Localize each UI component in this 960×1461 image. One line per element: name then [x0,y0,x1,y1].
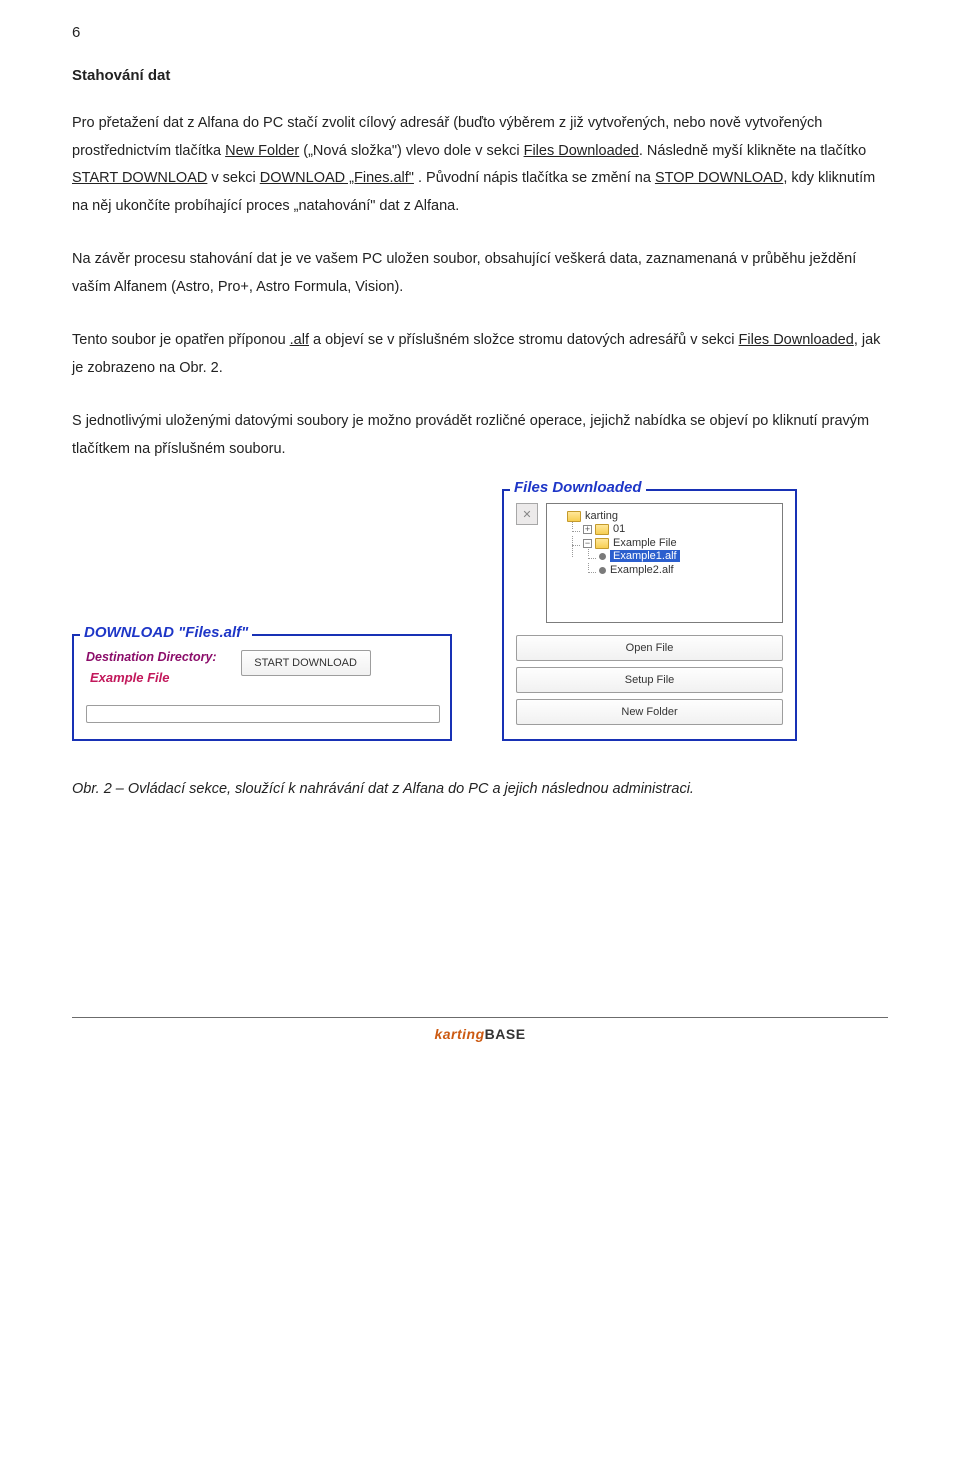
x-icon: ✕ [522,508,531,521]
expander-icon[interactable]: − [583,539,592,548]
text: a objeví se v příslušném složce stromu d… [309,332,739,348]
tree-label: Example2.alf [610,564,674,576]
tree-label: Example File [613,537,677,549]
text: . Následně myší klikněte na tlačítko [639,143,866,159]
page-number: 6 [72,24,888,41]
tree-leaf-example1[interactable]: Example1.alf [583,549,778,563]
inline-ext: .alf [290,332,309,348]
file-icon [599,567,606,574]
tree-leaf-example2[interactable]: Example2.alf [583,563,778,577]
open-file-button[interactable]: Open File [516,635,783,661]
files-downloaded-title: Files Downloaded [510,479,646,496]
files-downloaded-panel: Files Downloaded ✕ karting +01 [502,489,797,741]
inline-link-files: Files Downloaded [524,143,639,159]
setup-file-button[interactable]: Setup File [516,667,783,693]
expander-icon[interactable]: + [583,525,592,534]
tree-collapse-button[interactable]: ✕ [516,503,538,525]
tree-node-sub[interactable]: +01 [567,522,778,536]
destination-directory-value: Example File [86,670,217,685]
tree-label-selected: Example1.alf [610,550,680,562]
tree-label: karting [585,510,618,522]
download-progress-bar [86,705,440,723]
paragraph-3: Tento soubor je opatřen příponou .alf a … [72,327,888,382]
footer-divider [72,1017,888,1018]
folder-icon [595,538,609,549]
paragraph-2: Na závěr procesu stahování dat je ve vaš… [72,246,888,301]
figure-caption: Obr. 2 – Ovládací sekce, sloužící k nahr… [72,781,888,797]
tree-node-root[interactable]: karting +01 −Example File Example1.a [551,509,778,579]
footer-logo-a: karting [434,1026,484,1042]
footer-logo-b: BASE [485,1026,526,1042]
start-download-button[interactable]: START DOWNLOAD [241,650,371,676]
tree-node-subsub[interactable]: − Example File Example1.alf Example2.alf [567,536,778,578]
paragraph-4: S jednotlivými uloženými datovými soubor… [72,408,888,463]
file-icon [599,553,606,560]
file-tree[interactable]: karting +01 −Example File Example1.a [546,503,783,623]
inline-link-stop: STOP DOWNLOAD [655,170,783,186]
inline-link-start: START DOWNLOAD [72,170,207,186]
paragraph-1: Pro přetažení dat z Alfana do PC stačí z… [72,110,888,220]
download-panel-title: DOWNLOAD "Files.alf" [80,624,252,641]
inline-link-dlfines: DOWNLOAD „Fines.alf" [260,170,414,186]
text: („Nová složka") vlevo dole v sekci [299,143,523,159]
new-folder-button[interactable]: New Folder [516,699,783,725]
folder-icon [567,511,581,522]
folder-icon [595,524,609,535]
text: Tento soubor je opatřen příponou [72,332,290,348]
text: . Původní nápis tlačítka se změní na [414,170,655,186]
tree-label: 01 [613,523,625,535]
download-panel: DOWNLOAD "Files.alf" Destination Directo… [72,634,452,741]
footer-logo: kartingBASE [72,1026,888,1042]
inline-link-newfolder: New Folder [225,143,299,159]
inline-link-files-2: Files Downloaded [739,332,854,348]
destination-directory-label: Destination Directory: [86,650,217,664]
text: v sekci [207,170,259,186]
section-title: Stahování dat [72,67,888,84]
figure-2: DOWNLOAD "Files.alf" Destination Directo… [72,489,888,741]
